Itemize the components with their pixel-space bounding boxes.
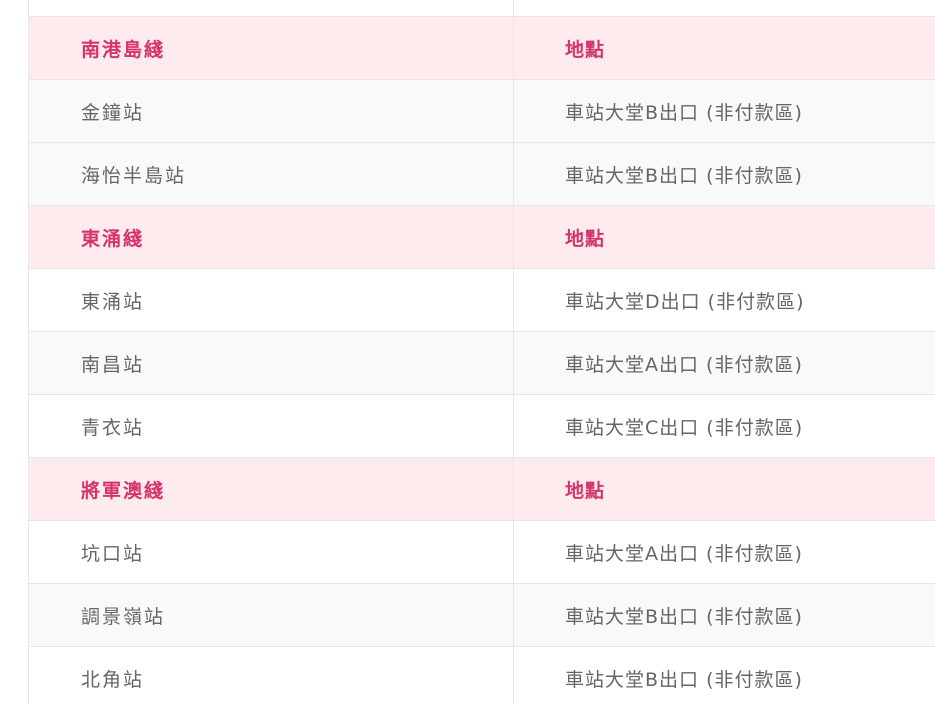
station-name: 坑口站 [28,520,514,584]
line-header-row-tung-chung: 東涌綫 地點 [28,205,935,269]
station-name: 南昌站 [28,331,514,395]
empty-cell [513,0,935,17]
table-row: 南昌站 車站大堂A出口 (非付款區) [28,331,935,395]
table-row: 海怡半島站 車站大堂B出口 (非付款區) [28,142,935,206]
station-location: 車站大堂A出口 (非付款區) [513,331,935,395]
page: 南港島綫 地點 金鐘站 車站大堂B出口 (非付款區) 海怡半島站 車站大堂B出口… [0,0,935,704]
station-location: 車站大堂B出口 (非付款區) [513,583,935,647]
station-location: 車站大堂B出口 (非付款區) [513,646,935,704]
line-name: 將軍澳綫 [28,457,514,521]
station-location: 車站大堂B出口 (非付款區) [513,142,935,206]
station-name: 調景嶺站 [28,583,514,647]
line-name: 南港島綫 [28,16,514,80]
station-location: 車站大堂D出口 (非付款區) [513,268,935,332]
station-name: 北角站 [28,646,514,704]
station-location-table: 南港島綫 地點 金鐘站 車站大堂B出口 (非付款區) 海怡半島站 車站大堂B出口… [28,0,935,704]
station-location: 車站大堂C出口 (非付款區) [513,394,935,458]
table-row: 東涌站 車站大堂D出口 (非付款區) [28,268,935,332]
station-name: 海怡半島站 [28,142,514,206]
location-header: 地點 [513,205,935,269]
empty-cell [28,0,514,17]
table-row-partial [28,0,935,17]
table-row: 青衣站 車站大堂C出口 (非付款區) [28,394,935,458]
table-row: 坑口站 車站大堂A出口 (非付款區) [28,520,935,584]
location-header: 地點 [513,457,935,521]
line-header-row-south-island: 南港島綫 地點 [28,16,935,80]
line-name: 東涌綫 [28,205,514,269]
table-row: 金鐘站 車站大堂B出口 (非付款區) [28,79,935,143]
table-row: 北角站 車站大堂B出口 (非付款區) [28,646,935,704]
station-name: 東涌站 [28,268,514,332]
station-location: 車站大堂B出口 (非付款區) [513,79,935,143]
station-name: 青衣站 [28,394,514,458]
station-name: 金鐘站 [28,79,514,143]
station-location: 車站大堂A出口 (非付款區) [513,520,935,584]
location-header: 地點 [513,16,935,80]
table-row: 調景嶺站 車站大堂B出口 (非付款區) [28,583,935,647]
line-header-row-tseung-kwan-o: 將軍澳綫 地點 [28,457,935,521]
